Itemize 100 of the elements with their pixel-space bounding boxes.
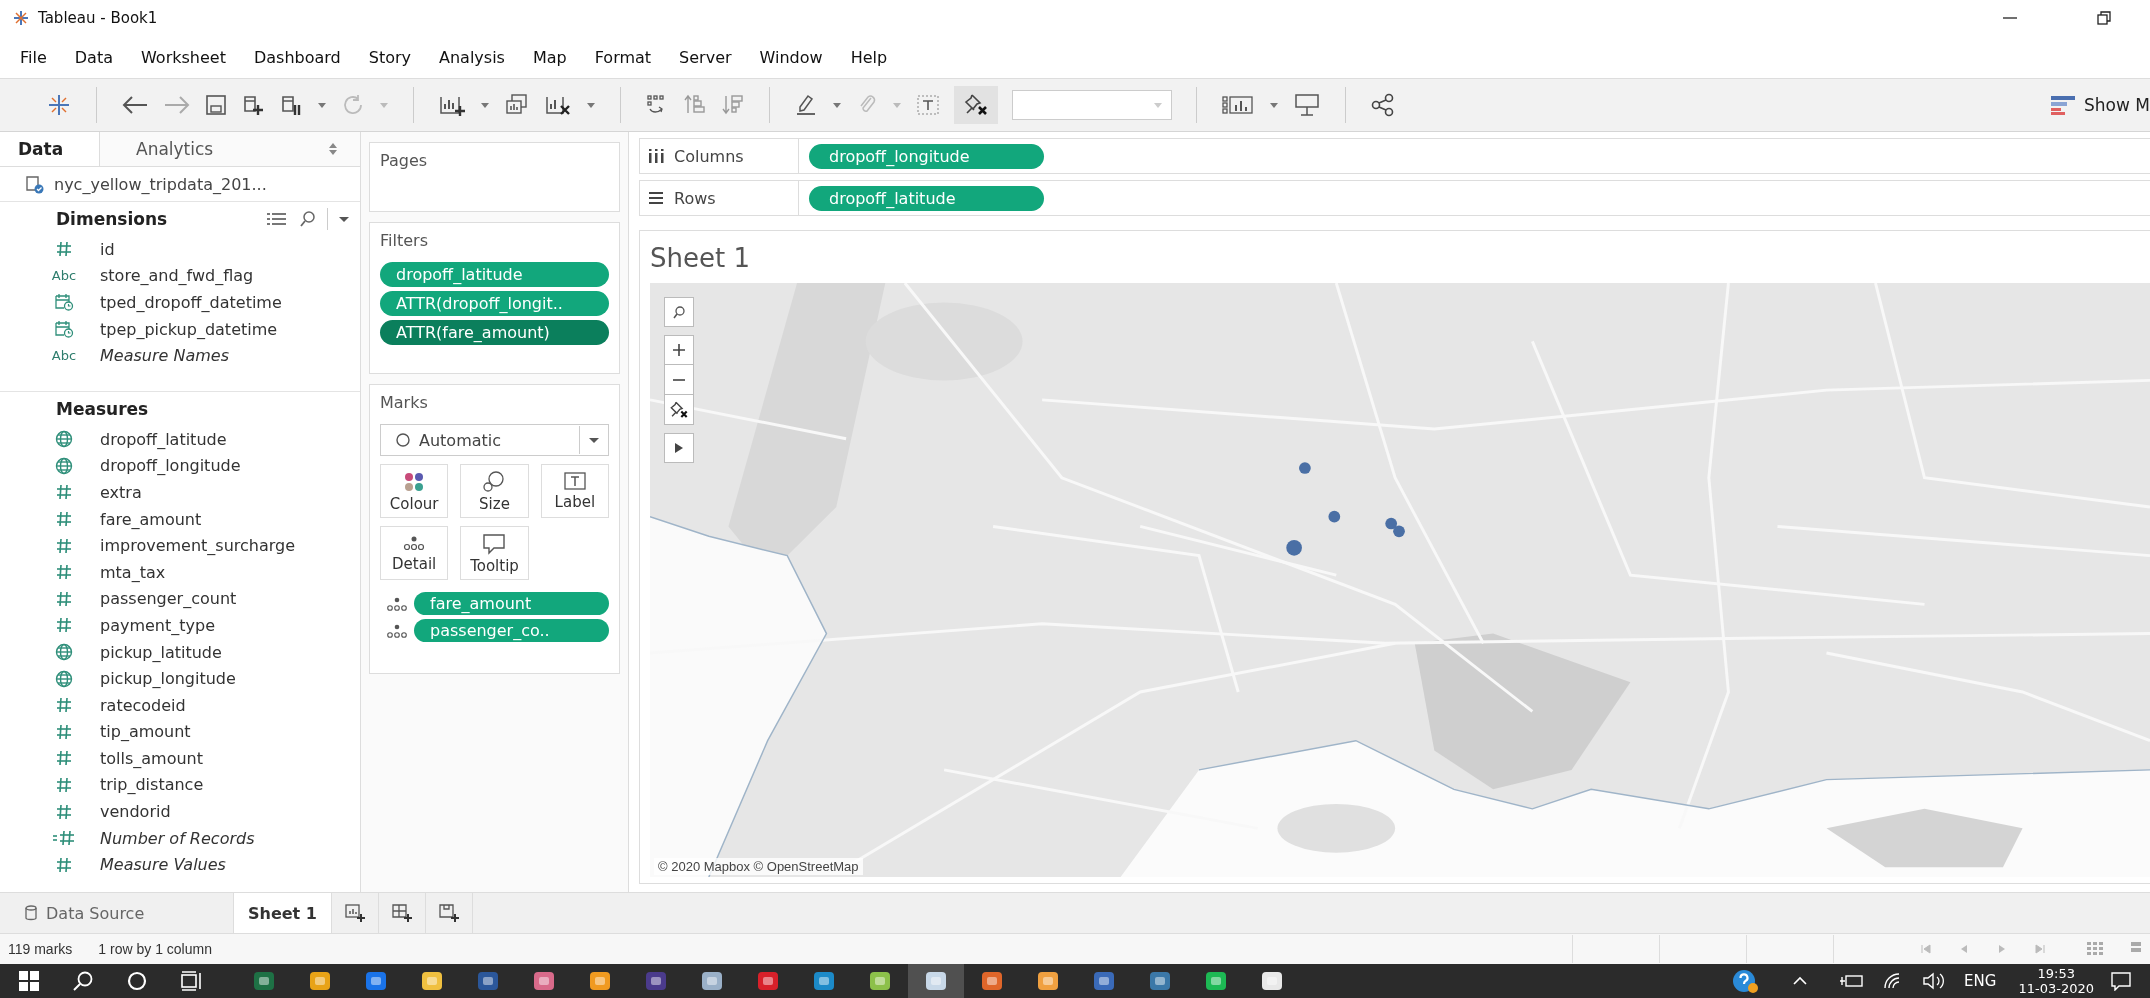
- chevron-up-icon[interactable]: [1792, 975, 1809, 987]
- field-name[interactable]: pickup_latitude: [100, 642, 222, 662]
- presentation-icon[interactable]: [1293, 92, 1321, 118]
- sheet-tab[interactable]: Sheet 1: [234, 893, 332, 933]
- cortana-circle-icon[interactable]: [126, 970, 148, 992]
- show-me-button[interactable]: Show M: [2050, 94, 2150, 116]
- highlight-icon[interactable]: [794, 93, 818, 117]
- app-icon[interactable]: [308, 969, 332, 993]
- save-icon[interactable]: [205, 94, 227, 116]
- caret-icon[interactable]: [480, 100, 490, 110]
- field-name[interactable]: ratecodeid: [100, 695, 186, 715]
- mark-property-button[interactable]: Colour: [380, 464, 449, 518]
- field-name[interactable]: dropoff_latitude: [100, 429, 227, 449]
- mark-property-button[interactable]: Label: [540, 464, 609, 518]
- menu-item[interactable]: Analysis: [427, 45, 517, 69]
- mark-type-dropdown[interactable]: Automatic: [380, 424, 609, 456]
- app-icon[interactable]: [1092, 969, 1116, 993]
- menu-item[interactable]: Dashboard: [241, 45, 353, 69]
- menu-item[interactable]: Help: [838, 45, 900, 69]
- menu-item[interactable]: Data: [62, 45, 125, 69]
- map-search-button[interactable]: [664, 297, 694, 327]
- pin-clear-button[interactable]: [954, 86, 998, 124]
- app-icon[interactable]: [1204, 969, 1228, 993]
- menu-item[interactable]: Map: [520, 45, 579, 69]
- field-name[interactable]: tpep_pickup_datetime: [100, 319, 278, 339]
- menu-item[interactable]: Window: [747, 45, 835, 69]
- app-icon[interactable]: [252, 969, 276, 993]
- caret-icon[interactable]: [1269, 100, 1279, 110]
- filter-pill[interactable]: ATTR(fare_amount): [380, 320, 609, 345]
- field-name[interactable]: payment_type: [100, 615, 215, 635]
- caret-icon[interactable]: [586, 100, 596, 110]
- field-name[interactable]: id: [100, 239, 115, 259]
- caret-icon[interactable]: [832, 100, 842, 110]
- menu-item[interactable]: Story: [356, 45, 423, 69]
- share-icon[interactable]: [1370, 92, 1396, 118]
- speaker-icon[interactable]: [1922, 972, 1947, 990]
- windows-logo-icon[interactable]: [18, 970, 40, 992]
- search-icon[interactable]: [72, 970, 94, 992]
- field-name[interactable]: Measure Names: [100, 346, 229, 366]
- text-label-icon[interactable]: [916, 94, 940, 116]
- task-view-icon[interactable]: [180, 970, 204, 992]
- pane-tab[interactable]: Analytics: [100, 132, 360, 166]
- help-icon[interactable]: [1732, 968, 1761, 994]
- clock[interactable]: 19:53 11-03-2020: [2018, 966, 2094, 996]
- field-name[interactable]: Measure Values: [100, 855, 226, 875]
- field-name[interactable]: improvement_surcharge: [100, 536, 296, 556]
- app-icon[interactable]: [476, 969, 500, 993]
- app-icon[interactable]: [420, 969, 444, 993]
- field-name[interactable]: trip_distance: [100, 775, 204, 795]
- menu-item[interactable]: Server: [667, 45, 744, 69]
- field-name[interactable]: vendorid: [100, 802, 171, 822]
- app-icon[interactable]: [588, 969, 612, 993]
- app-icon[interactable]: [868, 969, 892, 993]
- pin-clear-button[interactable]: [664, 395, 694, 425]
- app-icon[interactable]: [756, 969, 780, 993]
- app-icon[interactable]: [1148, 969, 1172, 993]
- app-icon[interactable]: [1036, 969, 1060, 993]
- zoom-out-button[interactable]: [664, 365, 694, 395]
- app-icon[interactable]: [924, 969, 948, 993]
- app-icon[interactable]: [700, 969, 724, 993]
- language-indicator[interactable]: ENG: [1964, 972, 1997, 990]
- list-view-icon[interactable]: [267, 212, 287, 226]
- field-name[interactable]: store_and_fwd_flag: [100, 266, 254, 286]
- field-name[interactable]: pickup_longitude: [100, 669, 236, 689]
- field-name[interactable]: tip_amount: [100, 722, 191, 742]
- show-cards-icon[interactable]: [1221, 93, 1255, 117]
- field-name[interactable]: mta_tax: [100, 562, 166, 582]
- app-icon[interactable]: [980, 969, 1004, 993]
- sort-toggle-icon[interactable]: [328, 142, 338, 156]
- app-icon[interactable]: [1260, 969, 1284, 993]
- tableau-logo-icon[interactable]: [46, 92, 72, 118]
- menu-item[interactable]: File: [8, 45, 59, 69]
- caret-icon[interactable]: [317, 100, 327, 110]
- app-icon[interactable]: [812, 969, 836, 993]
- app-icon[interactable]: [364, 969, 388, 993]
- notification-icon[interactable]: [2110, 971, 2132, 991]
- hash-icon: [56, 723, 72, 740]
- restore-icon[interactable]: [2096, 10, 2112, 26]
- menu-item[interactable]: Worksheet: [129, 45, 238, 69]
- app-icon[interactable]: [532, 969, 556, 993]
- battery-icon[interactable]: [1840, 973, 1865, 989]
- pause-data-source-icon[interactable]: [279, 93, 303, 117]
- menu-item[interactable]: Format: [582, 45, 664, 69]
- data-source-name[interactable]: nyc_yellow_tripdata_201...: [54, 174, 267, 194]
- map-play-button[interactable]: [664, 433, 694, 463]
- new-data-source-icon[interactable]: [241, 93, 265, 117]
- field-name[interactable]: extra: [100, 482, 142, 502]
- caret-icon[interactable]: [338, 214, 350, 224]
- field-name[interactable]: passenger_count: [100, 589, 237, 609]
- field-name[interactable]: dropoff_longitude: [100, 456, 241, 476]
- field-name[interactable]: fare_amount: [100, 509, 202, 529]
- duplicate-sheet-icon[interactable]: [504, 93, 530, 117]
- mark-property-button[interactable]: Detail: [380, 526, 449, 580]
- mark-property-button[interactable]: Tooltip: [460, 526, 529, 580]
- speech-bubble-icon: [482, 533, 507, 555]
- mark-property-button[interactable]: Size: [460, 464, 529, 518]
- field-name[interactable]: Number of Records: [100, 828, 255, 848]
- field-name[interactable]: tolls_amount: [100, 748, 204, 768]
- field-name[interactable]: tped_dropoff_datetime: [100, 293, 282, 312]
- zoom-in-button[interactable]: [664, 335, 694, 365]
